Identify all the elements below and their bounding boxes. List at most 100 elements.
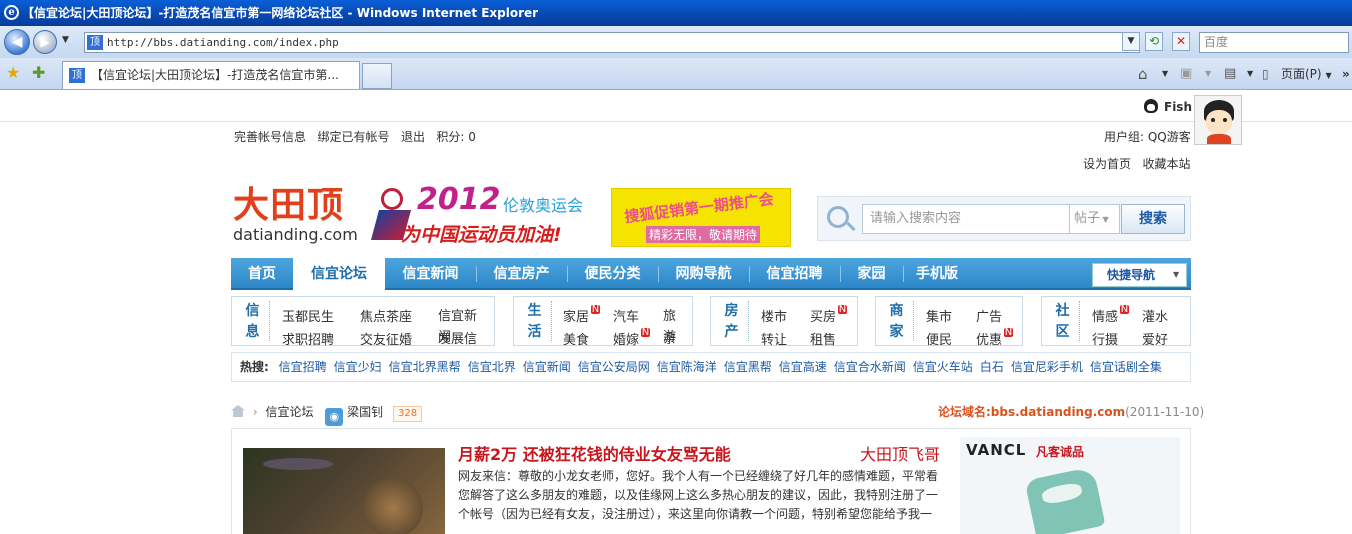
forward-button[interactable]: ▶ bbox=[33, 30, 57, 54]
nav-item-7[interactable]: 家园 bbox=[840, 258, 903, 290]
page-menu[interactable]: 页面(P) ▼ bbox=[1281, 64, 1332, 86]
refresh-button[interactable]: ⟲ bbox=[1145, 32, 1163, 51]
category-head-char: 信 bbox=[245, 303, 260, 319]
browser-search-input[interactable]: 百度 bbox=[1199, 32, 1349, 53]
olympics-banner: 2012 伦敦奥运会 为中国运动员加油! bbox=[363, 182, 591, 248]
complete-account-link[interactable]: 完善帐号信息 bbox=[234, 130, 306, 144]
hot-search-link[interactable]: 信宜黑帮 bbox=[724, 360, 772, 374]
category-link[interactable]: 转让 bbox=[761, 329, 787, 348]
hot-search-link[interactable]: 信宜招聘 bbox=[279, 360, 327, 374]
category-head-char: 房 bbox=[724, 303, 739, 319]
category-link[interactable]: 灌水 bbox=[1142, 306, 1168, 325]
nav-item-6[interactable]: 信宜招聘 bbox=[749, 258, 840, 290]
set-home-link[interactable]: 设为首页 bbox=[1083, 157, 1131, 171]
breadcrumb-separator: › bbox=[252, 405, 258, 419]
bookmark-link[interactable]: 收藏本站 bbox=[1142, 157, 1190, 171]
promo-ad[interactable]: 搜狐促销第一期推广会 精彩无限，敬请期待 bbox=[611, 188, 791, 247]
category-link[interactable]: 求职招聘 bbox=[282, 329, 334, 348]
nav-item-1[interactable]: 信宜论坛 bbox=[293, 258, 385, 292]
category-link[interactable]: 行摄 bbox=[1092, 329, 1118, 348]
address-dropdown-button[interactable]: ▼ bbox=[1122, 32, 1140, 51]
hot-search-link[interactable]: 信宜话剧全集 bbox=[1090, 360, 1162, 374]
print-icon[interactable]: ▤ bbox=[1224, 64, 1236, 84]
breadcrumb-forum[interactable]: 信宜论坛 bbox=[265, 405, 313, 419]
page-icon[interactable]: ▯ bbox=[1262, 64, 1269, 84]
hot-search-link[interactable]: 信宜尼彩手机 bbox=[1011, 360, 1083, 374]
category-link[interactable]: 焦点茶座 bbox=[360, 306, 412, 325]
new-tab-button[interactable] bbox=[362, 63, 392, 89]
toolbar-overflow-icon[interactable]: » bbox=[1342, 64, 1350, 84]
hot-search-link[interactable]: 信宜火车站 bbox=[913, 360, 973, 374]
search-type-select[interactable]: 帖子 ▼ bbox=[1070, 204, 1120, 234]
hot-search-link[interactable]: 信宜北界黑帮 bbox=[389, 360, 461, 374]
tab-favicon-icon: 顶 bbox=[69, 68, 85, 83]
print-dropdown-icon[interactable]: ▼ bbox=[1247, 64, 1253, 84]
category-link[interactable]: 买房 bbox=[810, 306, 836, 325]
category-link[interactable]: 集市 bbox=[926, 306, 952, 325]
post-count-badge: 328 bbox=[392, 406, 423, 422]
vancl-ad[interactable]: VANCL 凡客诚品 bbox=[960, 437, 1180, 534]
nav-item-8[interactable]: 手机版 bbox=[903, 258, 971, 290]
nav-item-2[interactable]: 信宜新闻 bbox=[385, 258, 476, 290]
home-crumb-icon[interactable] bbox=[231, 405, 245, 417]
hot-search-link[interactable]: 白石 bbox=[980, 360, 1004, 374]
forum-domain-label: 论坛域名:bbs.datianding.com bbox=[938, 405, 1126, 419]
hot-search-link[interactable]: 信宜北界 bbox=[468, 360, 516, 374]
hot-search-link[interactable]: 信宜公安局网 bbox=[578, 360, 650, 374]
bind-account-link[interactable]: 绑定已有帐号 bbox=[317, 130, 389, 144]
new-badge-icon: N bbox=[591, 304, 600, 315]
category-head-char: 活 bbox=[527, 324, 542, 340]
category-link[interactable]: 美食 bbox=[563, 329, 589, 348]
category-link[interactable]: 优惠 bbox=[976, 329, 1002, 348]
avatar[interactable] bbox=[1194, 95, 1242, 145]
nav-item-0[interactable]: 首页 bbox=[231, 258, 293, 290]
nav-item-5[interactable]: 网购导航 bbox=[658, 258, 749, 290]
nav-item-3[interactable]: 信宜房产 bbox=[476, 258, 567, 290]
feeds-dropdown-icon[interactable]: ▼ bbox=[1205, 64, 1211, 84]
category-link[interactable]: 家居 bbox=[563, 306, 589, 325]
hot-search-link[interactable]: 信宜合水新闻 bbox=[834, 360, 906, 374]
category-link[interactable]: 交友征婚 bbox=[360, 329, 412, 348]
site-search-input[interactable]: 请输入搜索内容 bbox=[862, 204, 1070, 234]
hot-search-link[interactable]: 信宜新闻 bbox=[523, 360, 571, 374]
nav-item-4[interactable]: 便民分类 bbox=[567, 258, 658, 290]
nav-separator bbox=[749, 266, 750, 282]
category-box-3: 商家集市 广告 便民 优惠 N bbox=[875, 296, 1023, 348]
hot-search-link[interactable]: 信宜少妇 bbox=[334, 360, 382, 374]
featured-image[interactable] bbox=[243, 448, 445, 534]
site-logo[interactable]: 大田顶 datianding.com bbox=[233, 186, 358, 246]
category-link[interactable]: 玉都民生 bbox=[282, 306, 334, 325]
home-dropdown-icon[interactable]: ▼ bbox=[1162, 64, 1168, 84]
logo-domain: datianding.com bbox=[233, 225, 358, 244]
web-page: Fish 完善帐号信息 绑定已有帐号 退出 积分: 0 用户组: QQ游客 设为… bbox=[0, 90, 1352, 534]
feeds-icon[interactable]: ▣ bbox=[1180, 64, 1192, 84]
site-search-button[interactable]: 搜索 bbox=[1121, 204, 1185, 234]
category-link[interactable]: 广告 bbox=[976, 306, 1002, 325]
back-button[interactable]: ◀ bbox=[4, 29, 30, 55]
vancl-cn: 凡客诚品 bbox=[1036, 445, 1085, 459]
stop-button[interactable]: ✕ bbox=[1172, 32, 1190, 51]
hot-search-link[interactable]: 信宜高速 bbox=[779, 360, 827, 374]
featured-title[interactable]: 月薪2万 还被狂花钱的侍业女友骂无能 bbox=[458, 441, 731, 465]
category-link[interactable]: 爱好 bbox=[1142, 329, 1168, 348]
username[interactable]: Fish bbox=[1164, 100, 1192, 114]
favorites-star-icon[interactable]: ★ bbox=[6, 63, 20, 82]
category-link[interactable]: 汽车 bbox=[613, 306, 639, 325]
logout-link[interactable]: 退出 bbox=[401, 130, 425, 144]
add-favorite-icon[interactable]: ✚ bbox=[32, 63, 45, 82]
category-link[interactable]: 楼市 bbox=[761, 306, 787, 325]
category-link[interactable]: 情感 bbox=[1092, 306, 1118, 325]
address-input[interactable]: 顶 http://bbs.datianding.com/index.php bbox=[84, 32, 1140, 53]
category-link[interactable]: 婚嫁 bbox=[613, 329, 639, 348]
home-icon[interactable]: ⌂ bbox=[1138, 64, 1148, 84]
category-link[interactable]: 便民 bbox=[926, 329, 952, 348]
hot-search-label: 热搜: bbox=[240, 360, 269, 374]
quick-nav-button[interactable]: 快捷导航 ▼ bbox=[1092, 263, 1187, 287]
olympics-year: 2012 bbox=[417, 182, 501, 217]
featured-author[interactable]: 大田顶飞哥 bbox=[860, 441, 940, 465]
browser-tab-active[interactable]: 顶 【信宜论坛|大田顶论坛】-打造茂名信宜市第... bbox=[62, 61, 360, 89]
hot-search-link[interactable]: 信宜陈海洋 bbox=[657, 360, 717, 374]
moderator-name[interactable]: 梁国钊 bbox=[347, 405, 383, 419]
history-dropdown-icon[interactable]: ▼ bbox=[62, 35, 69, 45]
category-link[interactable]: 租售 bbox=[810, 329, 836, 348]
